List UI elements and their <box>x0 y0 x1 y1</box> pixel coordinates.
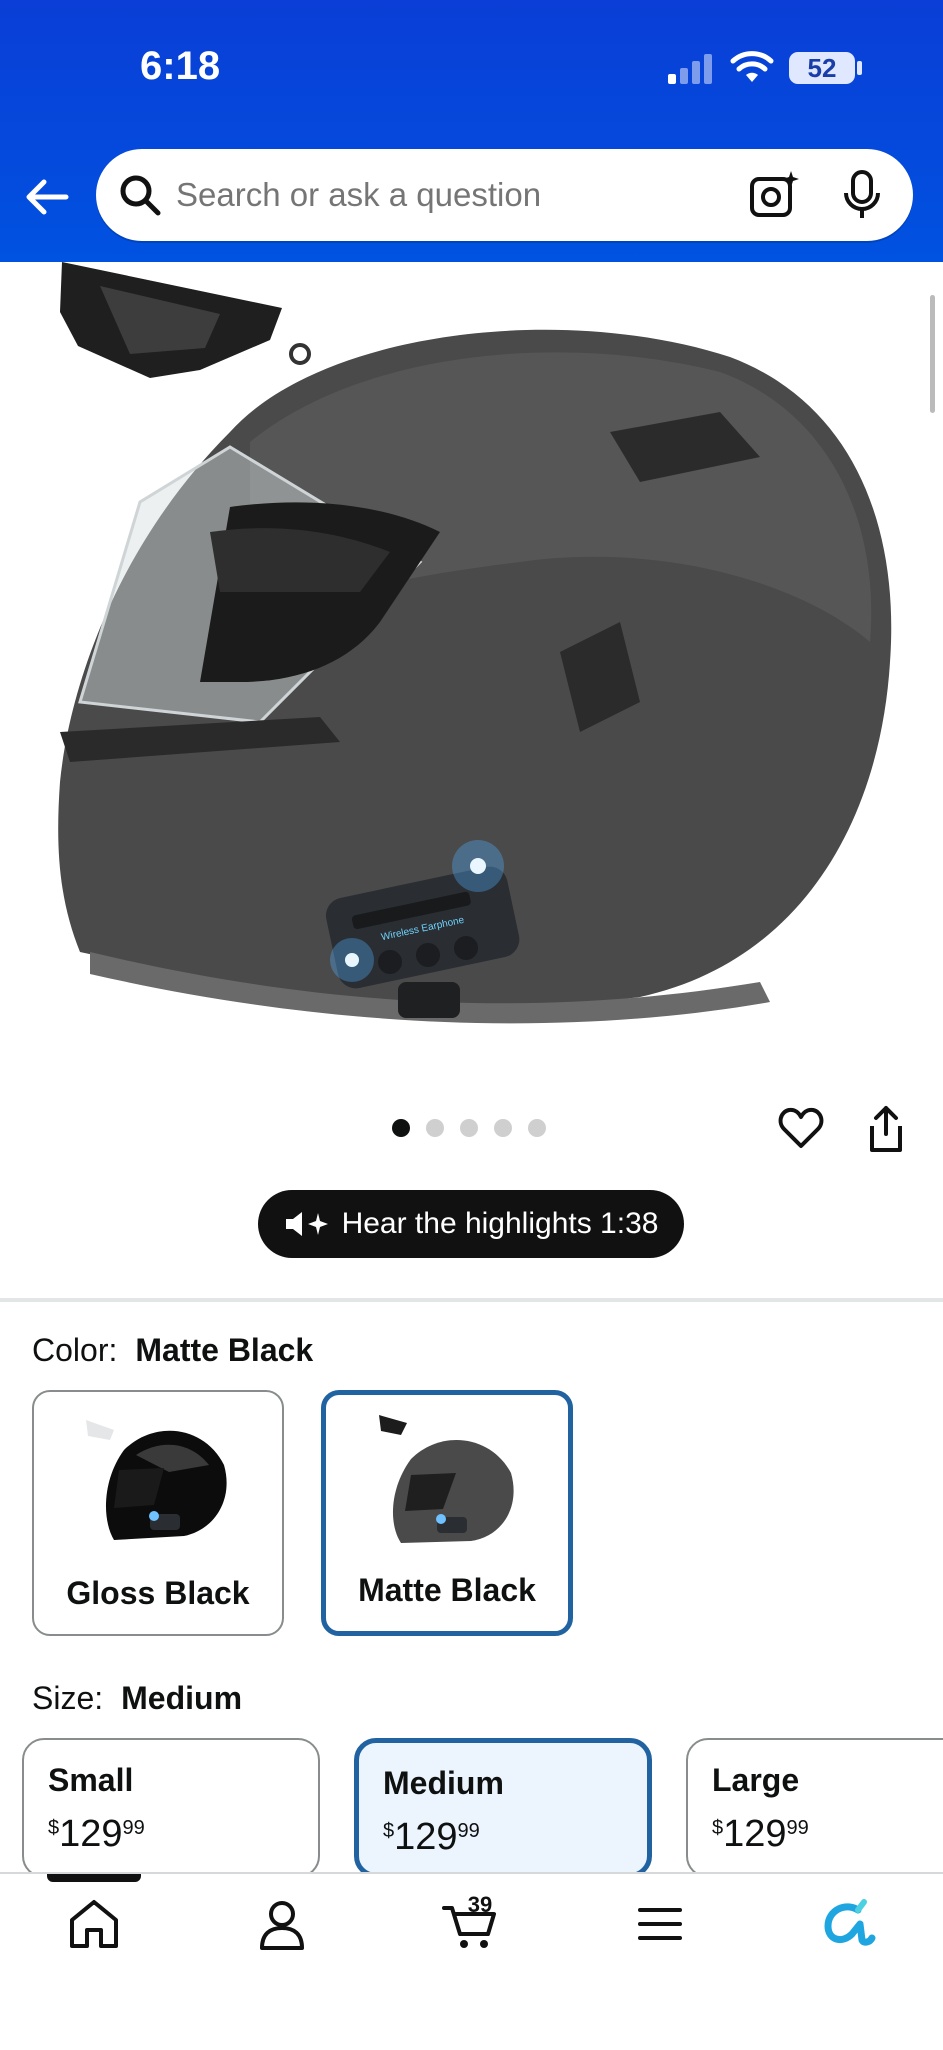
size-option-medium[interactable]: Medium $12999 <box>354 1738 652 1878</box>
menu-icon[interactable] <box>630 1894 690 1954</box>
search-input[interactable] <box>176 149 736 241</box>
matte-black-thumbnail <box>379 1415 514 1543</box>
size-option-price: $12999 <box>48 1813 145 1855</box>
size-option-name: Large <box>712 1762 800 1798</box>
image-scrollbar[interactable] <box>930 295 935 413</box>
audio-sparkle-icon <box>285 1212 328 1236</box>
size-label: Size: <box>32 1680 104 1716</box>
carousel-dots[interactable] <box>392 1119 546 1137</box>
wifi-icon <box>730 51 774 82</box>
rufus-assistant-icon[interactable] <box>818 1894 878 1954</box>
signal-icon <box>668 54 712 84</box>
search-bar[interactable] <box>96 149 913 241</box>
share-icon[interactable] <box>864 1104 908 1154</box>
carousel-dot[interactable] <box>528 1119 546 1137</box>
hear-highlights-label: Hear the highlights 1:38 <box>341 1207 659 1240</box>
color-option-matte-black[interactable]: Matte Black <box>321 1390 573 1636</box>
color-label: Color: <box>32 1332 118 1368</box>
battery-level: 52 <box>807 53 837 83</box>
battery-icon: 52 <box>789 52 855 84</box>
product-image[interactable]: Wireless Earphone <box>0 262 943 1062</box>
color-option-gloss-black[interactable]: Gloss Black <box>32 1390 284 1636</box>
carousel-dot[interactable] <box>494 1119 512 1137</box>
size-option-small[interactable]: Small $12999 <box>22 1738 320 1878</box>
active-tab-indicator <box>47 1874 141 1882</box>
top-header: 6:18 52 <box>0 0 943 262</box>
heart-icon[interactable] <box>777 1104 825 1152</box>
selected-color: Matte Black <box>135 1332 314 1368</box>
status-time: 6:18 <box>140 44 221 88</box>
battery-tip <box>857 61 862 75</box>
color-option-label: Matte Black <box>358 1572 536 1608</box>
camera-search-icon[interactable] <box>748 169 800 221</box>
microphone-icon[interactable] <box>840 169 884 221</box>
carousel-dot[interactable] <box>460 1119 478 1137</box>
section-divider <box>0 1298 943 1302</box>
account-icon[interactable] <box>252 1894 312 1954</box>
size-option-name: Small <box>48 1762 134 1798</box>
cart-count-badge: 39 <box>467 1892 493 1917</box>
size-option-name: Medium <box>383 1765 504 1801</box>
carousel-dot[interactable] <box>426 1119 444 1137</box>
home-icon[interactable] <box>64 1894 124 1954</box>
back-arrow-icon[interactable] <box>22 172 72 222</box>
size-option-large[interactable]: Large $12999 <box>686 1738 943 1878</box>
gloss-black-thumbnail <box>86 1420 227 1540</box>
carousel-dot[interactable] <box>392 1119 410 1137</box>
hear-highlights-button[interactable]: Hear the highlights 1:38 <box>258 1190 684 1258</box>
size-option-price: $12999 <box>712 1813 809 1855</box>
selected-size: Medium <box>121 1680 243 1716</box>
color-label-row: Color: Matte Black <box>32 1332 313 1369</box>
search-icon <box>120 175 161 216</box>
size-option-price: $12999 <box>383 1816 480 1858</box>
color-option-label: Gloss Black <box>66 1575 250 1611</box>
size-label-row: Size: Medium <box>32 1680 242 1717</box>
